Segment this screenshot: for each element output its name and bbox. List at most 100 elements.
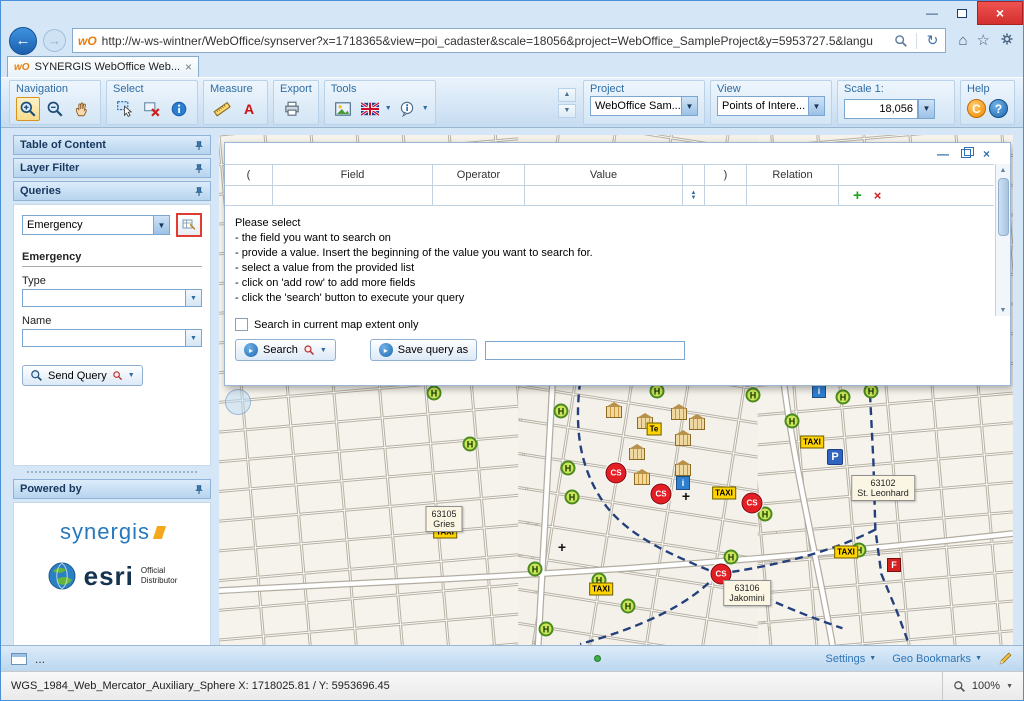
save-query-input[interactable] bbox=[485, 341, 685, 360]
cell-operator[interactable] bbox=[433, 186, 525, 205]
view-select[interactable]: Points of Intere... ▼ bbox=[717, 96, 825, 116]
map-nav-button[interactable] bbox=[225, 389, 251, 415]
map-marker-hydrant[interactable]: H bbox=[785, 414, 800, 429]
map-marker-cross[interactable]: + bbox=[682, 488, 690, 504]
more-button[interactable]: ... bbox=[35, 652, 45, 666]
panel-header-table-of-content[interactable]: Table of Content bbox=[13, 135, 211, 155]
map-marker-cs[interactable]: CS bbox=[651, 484, 672, 505]
info-balloon-button[interactable] bbox=[395, 97, 419, 121]
map-marker-hydrant[interactable]: H bbox=[528, 562, 543, 577]
map-marker-taxi[interactable]: TAXI bbox=[589, 583, 613, 596]
map-marker-cs[interactable]: CS bbox=[606, 463, 627, 484]
map-marker-building[interactable] bbox=[671, 408, 687, 420]
map-marker-hydrant[interactable]: H bbox=[565, 490, 580, 505]
refresh-icon[interactable]: ↻ bbox=[922, 32, 942, 49]
forward-button[interactable]: → bbox=[43, 29, 66, 52]
cell-relation[interactable] bbox=[747, 186, 839, 205]
map-marker-building[interactable] bbox=[606, 406, 622, 418]
window-minimize-button[interactable]: — bbox=[917, 1, 947, 25]
scroll-up-icon[interactable]: ▲ bbox=[1000, 164, 1007, 176]
map-marker-hydrant[interactable]: H bbox=[561, 461, 576, 476]
map-marker-hydrant[interactable]: H bbox=[746, 388, 761, 403]
scrollbar-thumb[interactable] bbox=[998, 178, 1009, 236]
geo-bookmarks-link[interactable]: Geo Bookmarks ▼ bbox=[892, 653, 982, 665]
map-marker-hydrant[interactable]: H bbox=[836, 390, 851, 405]
zoom-out-button[interactable] bbox=[43, 97, 67, 121]
back-button[interactable]: ← bbox=[9, 27, 37, 55]
chevron-down-icon[interactable]: ▼ bbox=[558, 104, 576, 118]
dialog-close-icon[interactable]: × bbox=[983, 148, 990, 160]
overview-window-icon[interactable] bbox=[11, 653, 27, 665]
map-marker-building[interactable] bbox=[634, 473, 650, 485]
window-maximize-button[interactable] bbox=[947, 1, 977, 25]
favorites-star-icon[interactable]: ☆ bbox=[977, 33, 990, 48]
remove-row-icon[interactable]: × bbox=[874, 188, 882, 203]
url-text[interactable]: http://w-ws-wintner/WebOffice/synserver?… bbox=[102, 34, 887, 48]
map-marker-hydrant[interactable]: H bbox=[621, 599, 636, 614]
search-button[interactable]: ▸ Search ▼ bbox=[235, 339, 336, 361]
save-query-button[interactable]: ▸ Save query as bbox=[370, 339, 477, 361]
browser-tab[interactable]: wO SYNERGIS WebOffice Web... × bbox=[7, 56, 199, 77]
copyright-button[interactable]: C bbox=[967, 99, 986, 118]
window-close-button[interactable]: × bbox=[977, 1, 1023, 25]
measure-ruler-button[interactable] bbox=[210, 97, 234, 121]
map-marker-info[interactable]: i bbox=[812, 384, 826, 398]
pin-icon[interactable] bbox=[194, 163, 204, 174]
map-marker-building[interactable] bbox=[675, 434, 691, 446]
panel-header-powered-by[interactable]: Powered by bbox=[13, 479, 211, 499]
pin-icon[interactable] bbox=[194, 140, 204, 151]
dialog-scrollbar[interactable]: ▲ ▼ bbox=[995, 164, 1010, 316]
map-marker-cs[interactable]: CS bbox=[742, 493, 763, 514]
screenshot-image-button[interactable] bbox=[331, 97, 355, 121]
zoom-in-button[interactable] bbox=[16, 97, 40, 121]
query-options-icon[interactable] bbox=[303, 344, 315, 356]
pin-icon[interactable] bbox=[194, 484, 204, 495]
scale-input[interactable] bbox=[844, 99, 918, 119]
chevron-down-icon[interactable]: ▼ bbox=[320, 347, 327, 354]
map-marker-taxi[interactable]: TAXI bbox=[800, 436, 824, 449]
edit-pencil-icon[interactable] bbox=[998, 651, 1013, 666]
panel-header-queries[interactable]: Queries bbox=[13, 181, 211, 201]
chevron-down-icon[interactable]: ▼ bbox=[422, 105, 429, 112]
scale-dropdown[interactable]: ▼ bbox=[918, 99, 935, 119]
print-button[interactable] bbox=[280, 97, 304, 121]
cell-close-paren[interactable] bbox=[705, 186, 747, 205]
extent-checkbox[interactable] bbox=[235, 318, 248, 331]
panel-header-layer-filter[interactable]: Layer Filter bbox=[13, 158, 211, 178]
map-marker-taxi[interactable]: TAXI bbox=[834, 546, 858, 559]
identify-info-button[interactable] bbox=[167, 97, 191, 121]
cell-open-paren[interactable] bbox=[225, 186, 273, 205]
map-marker-hydrant[interactable]: H bbox=[539, 622, 554, 637]
chevron-down-icon[interactable]: ▼ bbox=[128, 372, 135, 379]
map-marker-cross[interactable]: + bbox=[558, 539, 566, 555]
pan-hand-button[interactable] bbox=[70, 97, 94, 121]
clear-selection-button[interactable] bbox=[140, 97, 164, 121]
send-query-button[interactable]: Send Query ▼ bbox=[22, 365, 143, 386]
settings-gear-icon[interactable] bbox=[999, 31, 1015, 50]
map-marker-hydrant[interactable]: H bbox=[724, 550, 739, 565]
pin-icon[interactable] bbox=[194, 186, 204, 197]
add-row-icon[interactable]: + bbox=[853, 187, 862, 204]
chevron-down-icon[interactable]: ▼ bbox=[185, 329, 202, 347]
edit-queries-button[interactable] bbox=[176, 213, 202, 237]
map-marker-building[interactable] bbox=[629, 448, 645, 460]
chevron-down-icon[interactable]: ▼ bbox=[1006, 683, 1013, 690]
address-bar[interactable]: wO http://w-ws-wintner/WebOffice/synserv… bbox=[72, 28, 946, 53]
cell-value[interactable] bbox=[525, 186, 683, 205]
zoom-control[interactable]: 100% ▼ bbox=[942, 672, 1013, 700]
chevron-down-icon[interactable]: ▼ bbox=[185, 289, 202, 307]
map-marker-poi[interactable]: Te bbox=[647, 423, 662, 436]
language-flag-button[interactable] bbox=[358, 97, 382, 121]
dialog-minimize-icon[interactable]: — bbox=[937, 148, 949, 160]
map-marker-building[interactable] bbox=[675, 464, 691, 476]
map-marker-hydrant[interactable]: H bbox=[427, 386, 442, 401]
sort-icon[interactable]: ▲▼ bbox=[691, 191, 697, 201]
settings-link[interactable]: Settings ▼ bbox=[826, 653, 877, 665]
select-features-button[interactable] bbox=[113, 97, 137, 121]
map-area[interactable]: HHHHHHHHHHHHHHHHHCSCSCSCSTAXITAXITAXITAX… bbox=[219, 135, 1013, 645]
cell-field[interactable] bbox=[273, 186, 433, 205]
panel-resize-handle[interactable] bbox=[27, 471, 197, 473]
chevron-down-icon[interactable]: ▼ bbox=[385, 105, 392, 112]
map-marker-hydrant[interactable]: H bbox=[463, 437, 478, 452]
map-marker-hydrant[interactable]: H bbox=[554, 404, 569, 419]
